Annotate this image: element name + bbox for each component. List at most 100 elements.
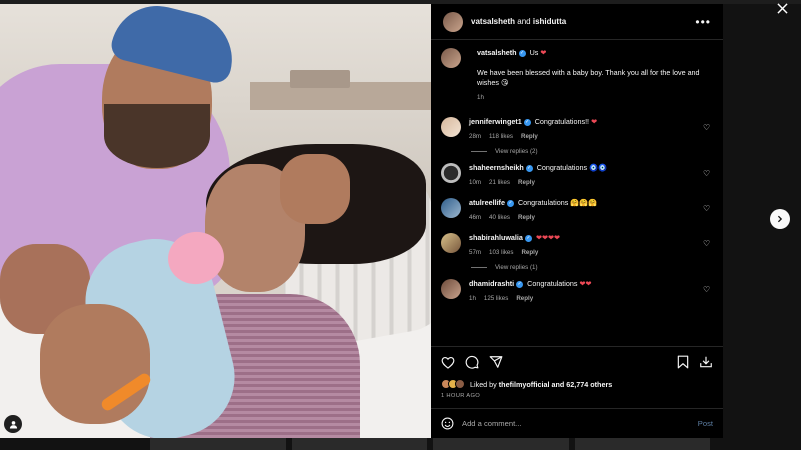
comment-text: Congratulations: [527, 279, 578, 288]
heart-icon: [441, 356, 455, 369]
comment-item: atulreellife ✓ Congratulations 🤗🤗🤗 46m 40…: [441, 198, 713, 223]
author-username-1[interactable]: vatsalsheth: [471, 17, 515, 26]
commenter-avatar[interactable]: [441, 233, 461, 253]
commenter-avatar[interactable]: [441, 279, 461, 299]
emoji-button[interactable]: [441, 417, 454, 430]
comment-like-button[interactable]: ♡: [703, 204, 713, 213]
comment-time: 46m: [469, 214, 482, 221]
photo-man-arm: [40, 304, 150, 424]
comment-button[interactable]: [465, 355, 479, 369]
comment-reply-button[interactable]: Reply: [518, 178, 535, 188]
comment-likes[interactable]: 40 likes: [489, 213, 510, 223]
comment-emoji: 🤗🤗🤗: [570, 198, 598, 207]
likes-prefix: Liked by: [470, 379, 497, 389]
verified-badge-icon: ✓: [518, 49, 526, 57]
verified-badge-icon: ✓: [516, 280, 524, 288]
comment-like-button[interactable]: ♡: [703, 239, 713, 248]
commenter-avatar[interactable]: [441, 198, 461, 218]
comment-text: Congratulations: [536, 163, 588, 172]
comment-time: 10m: [469, 179, 482, 186]
post-side-pane: vatsalsheth and ishidutta ••• vatsalshet…: [431, 4, 723, 438]
comment-text: Congratulations: [517, 198, 569, 207]
comment-like-button[interactable]: ♡: [703, 123, 713, 132]
photo-box: [290, 70, 350, 88]
download-icon: [700, 356, 712, 368]
comment-item: shabirahluwalia ✓ ❤❤❤❤ 57m 103 likes Repl…: [441, 233, 713, 258]
comment-username[interactable]: jenniferwinget1: [469, 117, 522, 126]
comment-like-button[interactable]: ♡: [703, 169, 713, 178]
posted-time: 1 HOUR AGO: [441, 393, 481, 399]
comment-time: 1h: [469, 295, 476, 302]
close-button[interactable]: [772, 0, 792, 16]
post-caption: vatsalsheth ✓ Us ❤ We have been blessed w…: [441, 48, 713, 103]
close-icon: [776, 2, 788, 14]
comment-likes[interactable]: 103 likes: [489, 248, 513, 258]
commenter-avatar[interactable]: [441, 163, 461, 183]
likes-user[interactable]: thefilmyofficial: [499, 380, 550, 389]
comment-username[interactable]: atulreellife: [469, 198, 505, 207]
comment-like-button[interactable]: ♡: [703, 285, 713, 294]
caption-body-emoji: 😘: [500, 78, 509, 87]
next-post-button[interactable]: [770, 209, 790, 229]
more-horizontal-icon: •••: [695, 14, 711, 29]
author-username-2[interactable]: ishidutta: [533, 17, 566, 26]
user-tag-icon: [9, 420, 17, 429]
comment-emoji: ❤: [591, 117, 598, 126]
comment-likes[interactable]: 125 likes: [484, 294, 508, 304]
chevron-right-icon: [777, 215, 783, 223]
post-comment-button[interactable]: Post: [698, 419, 713, 428]
comment-item: shaheernsheikh ✓ Congratulations 🧿🧿 10m 2…: [441, 163, 713, 188]
photo-man-beard: [104, 104, 210, 168]
tagged-users-button[interactable]: [4, 415, 22, 433]
caption-username[interactable]: vatsalsheth: [477, 48, 517, 57]
likers-avatars: [441, 379, 465, 389]
bookmark-icon: [677, 355, 689, 369]
replies-divider: [471, 151, 487, 152]
comment-item: jenniferwinget1 ✓ Congratulations!! ❤ 28m…: [441, 117, 713, 142]
likes-summary: Liked by thefilmyofficial and 62,774 oth…: [441, 379, 713, 389]
comment-time: 57m: [469, 249, 482, 256]
heart-icon: ♡: [703, 239, 711, 248]
view-replies-label: View replies (1): [495, 264, 538, 271]
share-button[interactable]: [489, 355, 503, 369]
verified-badge-icon: ✓: [524, 234, 532, 242]
heart-icon: ♡: [703, 204, 711, 213]
comment-likes[interactable]: 21 likes: [489, 178, 510, 188]
post-photo[interactable]: [0, 4, 431, 438]
verified-badge-icon: ✓: [523, 118, 531, 126]
comment-emoji: 🧿🧿: [589, 163, 607, 172]
authors-joiner: and: [517, 17, 531, 26]
background-thumbnails: [150, 438, 710, 450]
view-replies-button[interactable]: View replies (1): [471, 264, 713, 271]
add-comment-bar: Post: [431, 408, 723, 438]
commenter-avatar[interactable]: [441, 117, 461, 137]
post-modal: vatsalsheth and ishidutta ••• vatsalshet…: [0, 4, 723, 438]
comment-likes[interactable]: 118 likes: [489, 132, 513, 142]
post-authors: vatsalsheth and ishidutta: [471, 17, 695, 26]
heart-icon: ♡: [703, 285, 711, 294]
caption-avatar[interactable]: [441, 48, 461, 68]
like-button[interactable]: [441, 356, 455, 369]
comment-username[interactable]: shabirahluwalia: [469, 233, 523, 242]
caption-time: 1h: [477, 93, 484, 101]
heart-icon: ♡: [703, 123, 711, 132]
more-options-button[interactable]: •••: [695, 15, 711, 29]
comment-reply-button[interactable]: Reply: [521, 248, 538, 258]
comment-username[interactable]: shaheernsheikh: [469, 163, 524, 172]
emoji-icon: [441, 417, 454, 430]
caption-body: We have been blessed with a baby boy. Th…: [477, 67, 700, 88]
comment-reply-button[interactable]: Reply: [521, 132, 538, 142]
comment-reply-button[interactable]: Reply: [516, 294, 533, 304]
author-avatar[interactable]: [443, 11, 463, 32]
likes-others[interactable]: and 62,774 others: [552, 380, 613, 389]
comment-text: Congratulations!!: [534, 117, 590, 126]
comment-reply-button[interactable]: Reply: [518, 213, 535, 223]
verified-badge-icon: ✓: [506, 199, 514, 207]
download-button[interactable]: [699, 355, 713, 369]
comment-username[interactable]: dhamidrashti: [469, 279, 514, 288]
heart-icon: ♡: [703, 169, 711, 178]
save-button[interactable]: [677, 355, 689, 369]
view-replies-button[interactable]: View replies (2): [471, 148, 713, 155]
add-comment-input[interactable]: [462, 419, 690, 428]
caption-title-emoji: ❤: [540, 48, 547, 57]
